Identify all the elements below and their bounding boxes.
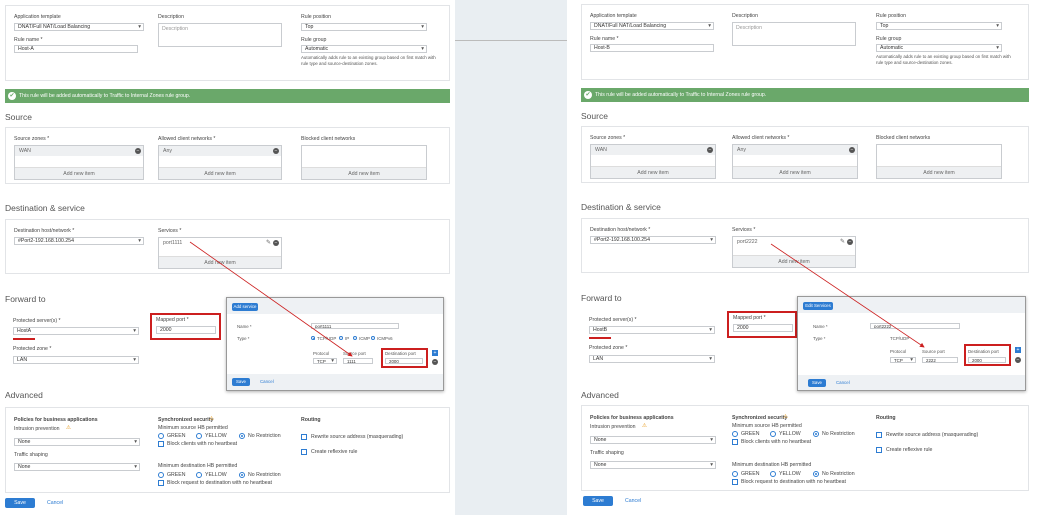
annotation-arrows [189,241,925,357]
left-service-arrow [189,241,353,357]
right-service-arrow [770,243,925,348]
